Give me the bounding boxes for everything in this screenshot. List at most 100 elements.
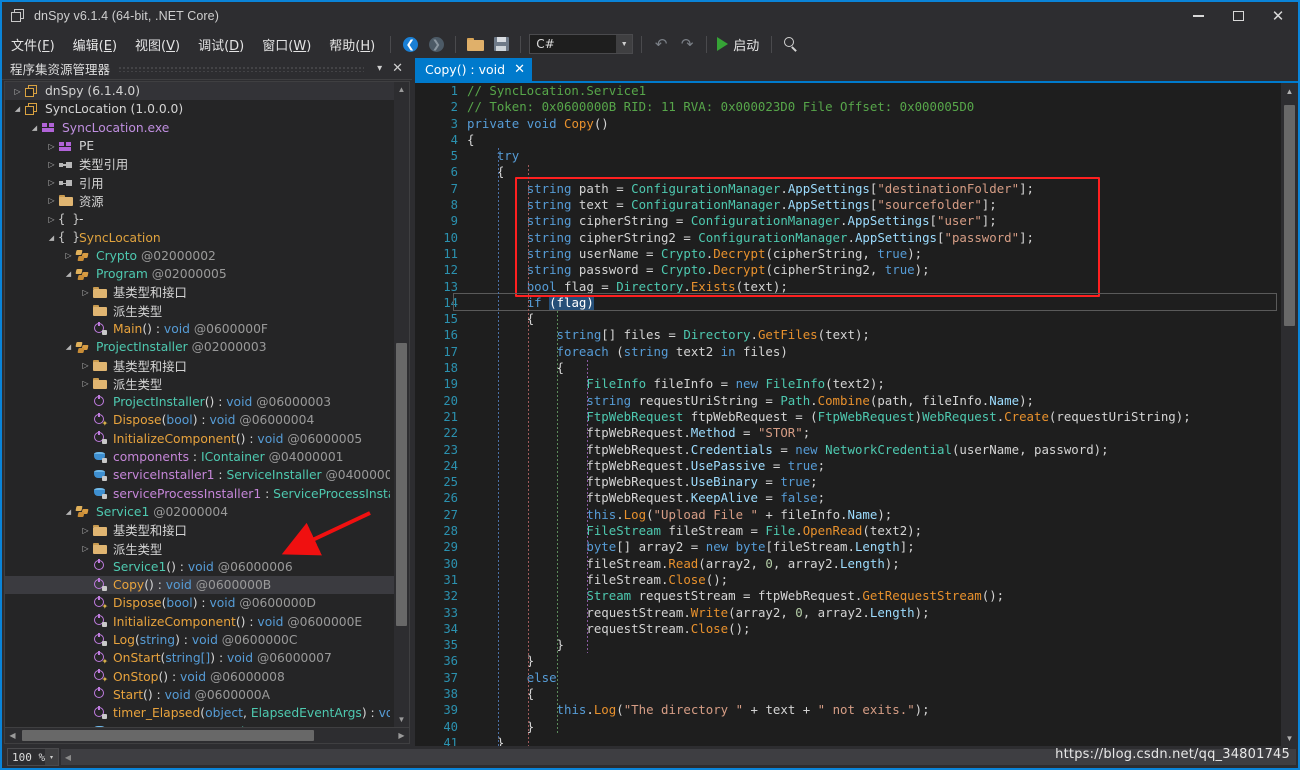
scroll-down-icon[interactable]: ▼	[398, 712, 406, 727]
menu-item-6[interactable]: 帮助(H)	[320, 32, 384, 57]
minimize-button[interactable]	[1178, 2, 1218, 30]
tree-expander-open-icon[interactable]	[62, 503, 75, 521]
tree-node[interactable]: ✦ Dispose(bool) : void @06000004	[5, 411, 394, 429]
tree-node[interactable]: Copy() : void @0600000B	[5, 576, 394, 595]
tree-expander-closed-icon[interactable]	[79, 521, 92, 539]
editor-scroll-thumb[interactable]	[1284, 105, 1295, 327]
code-token: );	[1019, 392, 1034, 408]
tree-vertical-scrollbar[interactable]: ▲ ▼	[394, 82, 409, 727]
tree-expander-closed-icon[interactable]	[45, 210, 58, 228]
menu-item-2[interactable]: 编辑(E)	[64, 32, 126, 57]
tree-scroll-thumb[interactable]	[396, 343, 407, 626]
tree-node[interactable]: components : IContainer @04000001	[5, 448, 394, 466]
tree-node[interactable]: Service1 @02000004	[5, 503, 394, 521]
tree-node[interactable]: Program @02000005	[5, 265, 394, 283]
tree-hscroll-thumb[interactable]	[22, 729, 314, 741]
tree-scroll-track[interactable]	[394, 97, 409, 712]
panel-close-button[interactable]: ✕	[387, 61, 408, 76]
tree-node[interactable]: 类型引用	[5, 155, 394, 173]
assembly-tree[interactable]: dnSpy (6.1.4.0) SyncLocation (1.0.0.0) Syn…	[5, 82, 394, 727]
close-button[interactable]: ✕	[1258, 2, 1298, 30]
search-button[interactable]	[779, 33, 803, 55]
tree-node[interactable]: 引用	[5, 173, 394, 191]
open-file-button[interactable]	[463, 33, 487, 55]
tree-node[interactable]: InitializeComponent() : void @0600000E	[5, 613, 394, 631]
tree-node[interactable]: ✦ OnStart(string[]) : void @06000007	[5, 649, 394, 667]
tree-expander-closed-icon[interactable]	[45, 155, 58, 173]
tree-horizontal-scrollbar[interactable]: ◀ ▶	[4, 728, 410, 744]
line-number: 11	[443, 246, 458, 261]
tree-node[interactable]: SyncLocation (1.0.0.0)	[5, 100, 394, 118]
tree-node[interactable]: dnSpy (6.1.4.0)	[5, 82, 394, 101]
tree-hscroll-track[interactable]	[20, 728, 394, 744]
tree-expander-closed-icon[interactable]	[79, 283, 92, 301]
tree-expander-closed-icon[interactable]	[45, 174, 58, 192]
start-debug-button[interactable]: 启动	[713, 35, 765, 54]
tree-node[interactable]: SyncLocation.exe	[5, 119, 394, 137]
tree-node[interactable]: ✦ OnStop() : void @06000008	[5, 668, 394, 686]
save-button[interactable]	[489, 33, 513, 55]
tree-node[interactable]: components : IContainer @04000006	[5, 722, 394, 727]
tree-node[interactable]: 资源	[5, 192, 394, 210]
tree-node[interactable]: Crypto @02000002	[5, 247, 394, 265]
tree-node[interactable]: ProjectInstaller @02000003	[5, 338, 394, 356]
code-line-text: }	[467, 653, 1281, 669]
zoom-select[interactable]: 100 % ▾	[7, 748, 59, 766]
tree-node-label-part: ProjectInstaller	[113, 395, 205, 410]
tree-expander-closed-icon[interactable]	[79, 357, 92, 375]
tree-expander-open-icon[interactable]	[62, 338, 75, 356]
redo-button[interactable]: ↷	[675, 33, 699, 55]
editor-scroll-down-icon[interactable]: ▼	[1286, 730, 1294, 746]
tree-node[interactable]: 基类型和接口	[5, 283, 394, 301]
tree-node[interactable]: Log(string) : void @0600000C	[5, 631, 394, 649]
tree-expander-open-icon[interactable]	[28, 119, 41, 137]
editor-scroll-track[interactable]	[1281, 99, 1298, 730]
tree-node[interactable]: ProjectInstaller() : void @06000003	[5, 393, 394, 411]
tree-node[interactable]: ✦ Dispose(bool) : void @0600000D	[5, 594, 394, 612]
editor-scroll-up-icon[interactable]: ▲	[1286, 83, 1294, 99]
panel-menu-button[interactable]: ▾	[372, 63, 387, 74]
tree-node[interactable]: { }-	[5, 210, 394, 228]
tree-expander-open-icon[interactable]	[62, 265, 75, 283]
menu-item-1[interactable]: 文件(F)	[2, 32, 64, 57]
tree-expander-closed-icon[interactable]	[79, 375, 92, 393]
tree-expander-closed-icon[interactable]	[11, 82, 24, 100]
tree-node[interactable]: 派生类型	[5, 539, 394, 557]
menu-item-4[interactable]: 调试(D)	[189, 32, 253, 57]
code-view[interactable]: 1 // SyncLocation.Service1 2 // Token: 0x06…	[415, 83, 1281, 746]
tree-node[interactable]: timer_Elapsed(object, ElapsedEventArgs) …	[5, 704, 394, 722]
maximize-button[interactable]	[1218, 2, 1258, 30]
scroll-right-icon[interactable]: ▶	[394, 731, 409, 740]
tree-node[interactable]: { }SyncLocation	[5, 228, 394, 246]
menu-item-5[interactable]: 窗口(W)	[253, 32, 320, 57]
tab-close-icon[interactable]: ✕	[514, 62, 525, 77]
tree-node[interactable]: InitializeComponent() : void @06000005	[5, 430, 394, 448]
scroll-left-icon[interactable]: ◀	[5, 731, 20, 740]
tree-node[interactable]: serviceInstaller1 : ServiceInstaller @04…	[5, 466, 394, 484]
tree-node[interactable]: Start() : void @0600000A	[5, 686, 394, 704]
code-line-text: // Token: 0x0600000B RID: 11 RVA: 0x0000…	[467, 99, 1281, 115]
undo-button[interactable]: ↶	[649, 33, 673, 55]
navigate-back-button[interactable]: ❮	[398, 33, 422, 55]
tree-node[interactable]: serviceProcessInstaller1 : ServiceProces…	[5, 485, 394, 503]
menu-item-3[interactable]: 视图(V)	[126, 32, 189, 57]
tree-node[interactable]: 基类型和接口	[5, 521, 394, 539]
language-select[interactable]: C# ▼	[529, 34, 634, 54]
scroll-up-icon[interactable]: ▲	[398, 82, 406, 97]
tree-expander-closed-icon[interactable]	[62, 247, 75, 265]
tree-expander-open-icon[interactable]	[11, 100, 24, 118]
tree-node[interactable]: Service1() : void @06000006	[5, 558, 394, 576]
tree-expander-closed-icon[interactable]	[45, 137, 58, 155]
tree-expander-closed-icon[interactable]	[45, 192, 58, 210]
tree-node[interactable]: Main() : void @0600000F	[5, 320, 394, 338]
hscroll-left-icon[interactable]: ◀	[61, 753, 75, 762]
tree-node[interactable]: PE	[5, 137, 394, 155]
tree-node[interactable]: 派生类型	[5, 375, 394, 393]
tab-copy-method[interactable]: Copy() : void ✕	[415, 58, 532, 81]
tree-node[interactable]: 派生类型	[5, 302, 394, 320]
tree-node[interactable]: 基类型和接口	[5, 356, 394, 374]
tree-expander-closed-icon[interactable]	[79, 540, 92, 558]
tree-expander-open-icon[interactable]	[45, 229, 58, 247]
editor-vertical-scrollbar[interactable]: ▲ ▼	[1281, 83, 1298, 746]
navigate-forward-button[interactable]: ❯	[424, 33, 448, 55]
